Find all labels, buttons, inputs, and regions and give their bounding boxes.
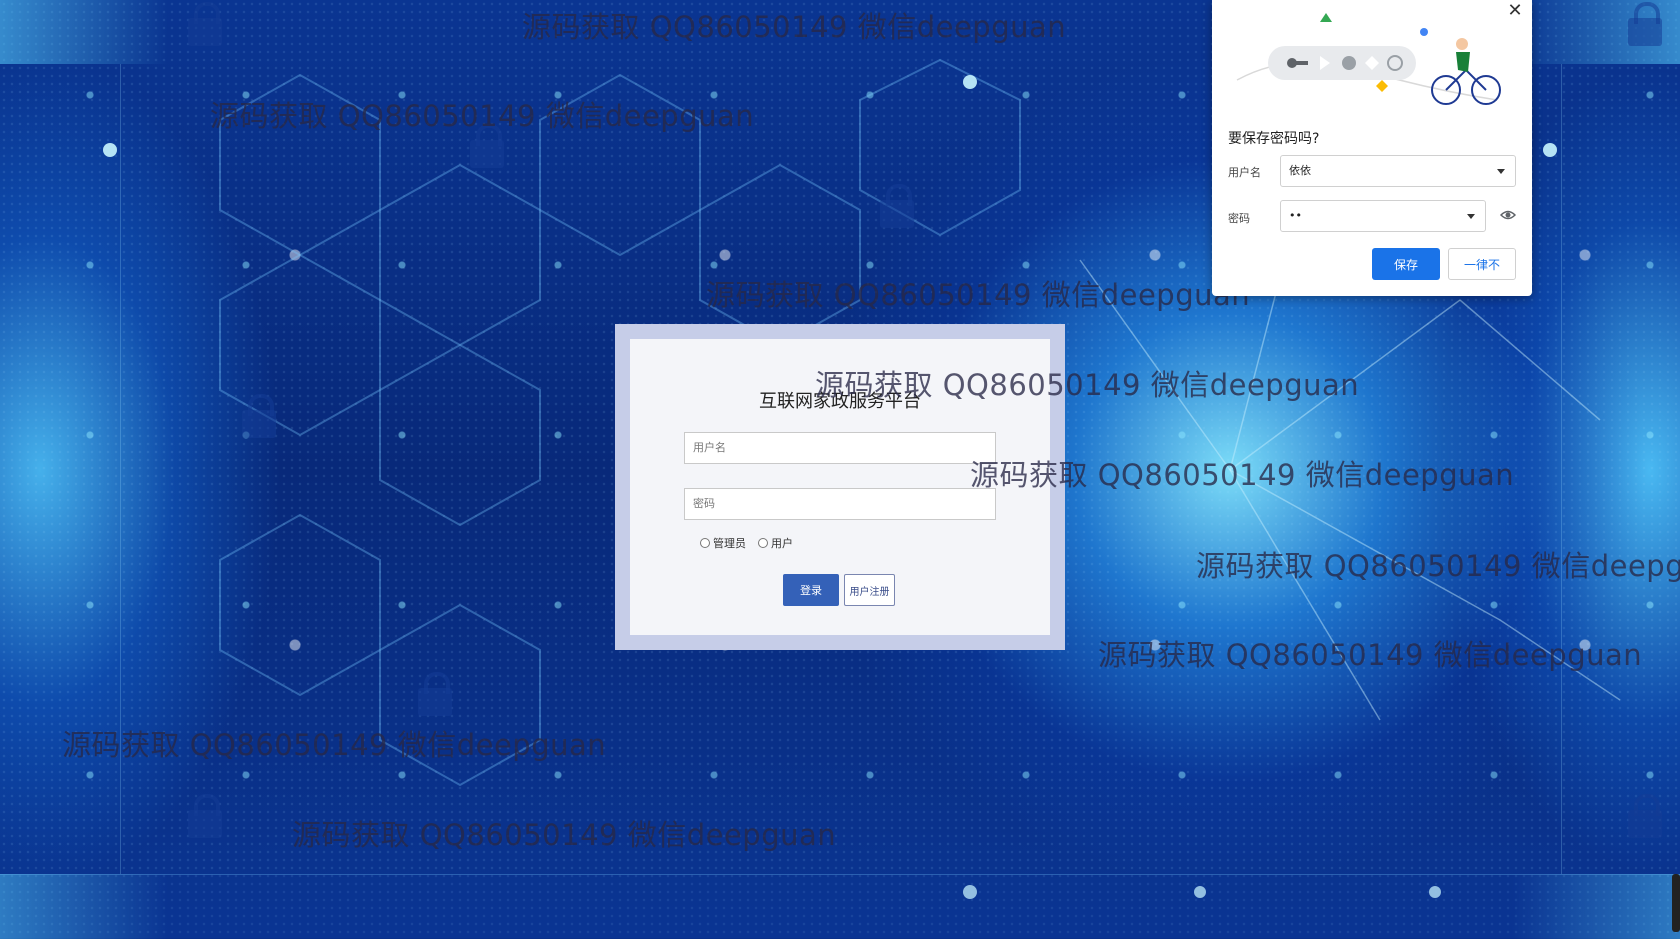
role-admin-label: 管理员 <box>713 537 746 550</box>
role-user-label: 用户 <box>771 537 793 550</box>
never-save-button[interactable]: 一律不 <box>1448 248 1516 280</box>
login-title: 互联网家政服务平台 <box>759 391 921 412</box>
save-password-popup: ✕ 要保存密码吗? 用户名 依依 密码 •• 保存 一律不 <box>1212 0 1532 296</box>
lock-icon <box>1628 2 1662 46</box>
popup-username-label: 用户名 <box>1228 166 1261 179</box>
password-input[interactable]: 密码 <box>684 488 996 520</box>
popup-username-value: 依依 <box>1289 164 1311 177</box>
key-and-cyclist-illustration <box>1236 13 1501 105</box>
lock-icon <box>470 124 504 168</box>
close-icon[interactable]: ✕ <box>1506 2 1524 20</box>
login-button[interactable]: 登录 <box>783 574 839 606</box>
popup-password-value: •• <box>1289 209 1302 222</box>
popup-password-label: 密码 <box>1228 212 1250 225</box>
register-button[interactable]: 用户注册 <box>844 574 895 606</box>
lock-icon <box>1628 794 1662 838</box>
login-card: 互联网家政服务平台 用户名 密码 管理员 用户 登录 用户注册 <box>615 324 1065 650</box>
save-password-button[interactable]: 保存 <box>1372 248 1440 280</box>
bottom-band <box>0 874 1680 939</box>
username-input[interactable]: 用户名 <box>684 432 996 464</box>
chevron-down-icon[interactable] <box>1467 214 1475 219</box>
radio-icon[interactable] <box>758 538 768 548</box>
radio-icon[interactable] <box>700 538 710 548</box>
popup-password-field[interactable]: •• <box>1280 200 1486 232</box>
lock-icon <box>188 794 222 838</box>
popup-title: 要保存密码吗? <box>1228 131 1320 147</box>
role-user-option[interactable]: 用户 <box>758 535 793 551</box>
lock-icon <box>188 2 222 46</box>
role-radio-group: 管理员 用户 <box>700 535 793 551</box>
eye-icon[interactable] <box>1500 208 1516 222</box>
scrollbar[interactable] <box>1672 874 1680 932</box>
role-admin-option[interactable]: 管理员 <box>700 535 746 551</box>
lock-icon <box>418 672 452 716</box>
popup-username-field[interactable]: 依依 <box>1280 155 1516 187</box>
lock-icon <box>880 184 914 228</box>
login-form: 互联网家政服务平台 用户名 密码 管理员 用户 登录 用户注册 <box>630 339 1050 635</box>
lock-icon <box>242 394 276 438</box>
chevron-down-icon[interactable] <box>1497 169 1505 174</box>
